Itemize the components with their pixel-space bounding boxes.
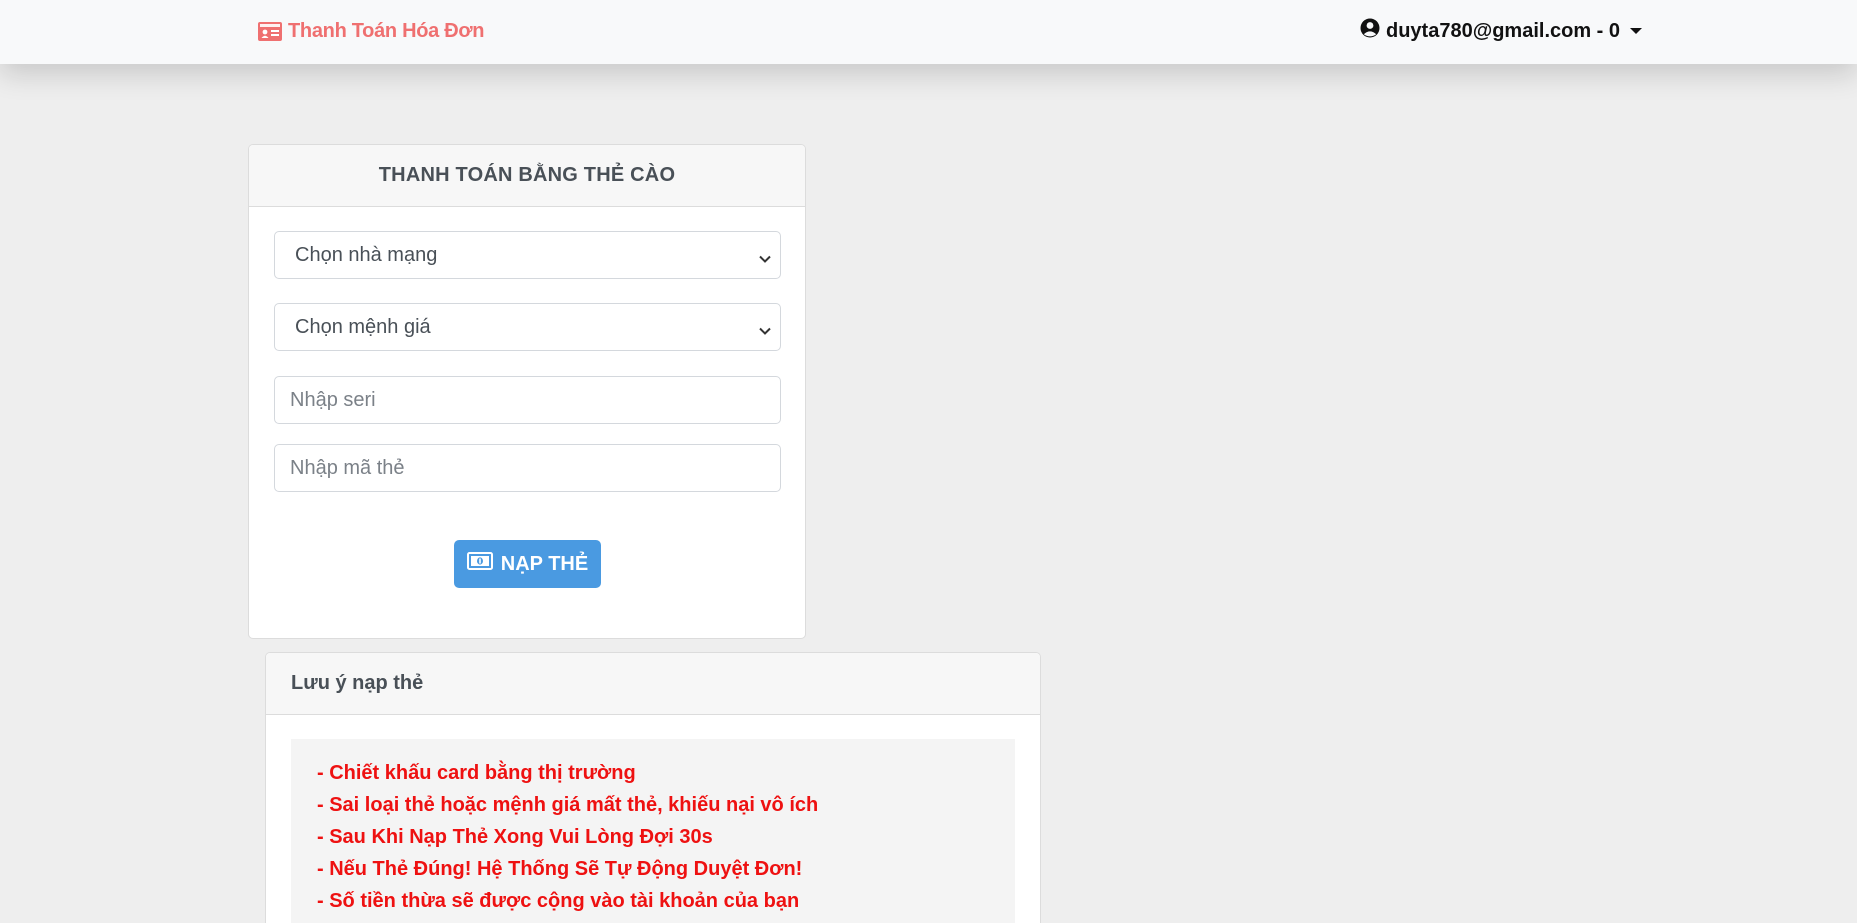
note-line: - Sai loại thẻ hoặc mệnh giá mất thẻ, kh… xyxy=(317,794,819,816)
user-dropdown-toggle[interactable]: duyta780@gmail.com - 0 xyxy=(1360,16,1643,46)
money-bill-icon xyxy=(466,552,493,576)
note-line: - Sau Khi Nạp Thẻ Xong Vui Lòng Đợi 30s xyxy=(317,826,713,848)
top-navbar: Thanh Toán Hóa Đơn duyta780@gmail.com - … xyxy=(0,0,1857,64)
payment-card-title: THANH TOÁN BẰNG THẺ CÀO xyxy=(249,145,805,207)
brand-link[interactable]: Thanh Toán Hóa Đơn xyxy=(258,16,485,46)
note-line: - Chiết khấu card bằng thị trường xyxy=(317,762,636,784)
network-select[interactable]: Chọn nhà mạng xyxy=(274,231,781,279)
brand-label: Thanh Toán Hóa Đơn xyxy=(288,19,485,42)
card-code-input-placeholder: Nhập mã thẻ xyxy=(290,456,405,479)
caret-down-icon xyxy=(1630,28,1643,34)
card-code-input[interactable]: Nhập mã thẻ xyxy=(274,444,781,492)
payment-card: THANH TOÁN BẰNG THẺ CÀO Chọn nhà mạng Ch… xyxy=(248,144,806,639)
user-circle-icon xyxy=(1360,18,1380,44)
notes-list: - Chiết khấu card bằng thị trường - Sai … xyxy=(291,739,1015,923)
submit-card-button[interactable]: NẠP THẺ xyxy=(454,540,601,588)
id-card-icon xyxy=(258,21,282,41)
submit-card-label: NẠP THẺ xyxy=(500,552,589,575)
value-select[interactable]: Chọn mệnh giá xyxy=(274,303,781,351)
user-label: duyta780@gmail.com - 0 xyxy=(1386,19,1621,42)
serial-input-placeholder: Nhập seri xyxy=(290,388,376,411)
value-select-value: Chọn mệnh giá xyxy=(295,315,431,338)
network-select-value: Chọn nhà mạng xyxy=(295,243,438,266)
serial-input[interactable]: Nhập seri xyxy=(274,376,781,424)
note-line: - Nếu Thẻ Đúng! Hệ Thống Sẽ Tự Động Duyệ… xyxy=(317,858,803,880)
chevron-down-icon xyxy=(758,249,772,272)
chevron-down-icon xyxy=(758,321,772,344)
note-line: - Số tiền thừa sẽ được cộng vào tài khoả… xyxy=(317,890,800,912)
notes-card: Lưu ý nạp thẻ - Chiết khấu card bằng thị… xyxy=(265,652,1041,923)
notes-card-title: Lưu ý nạp thẻ xyxy=(266,653,1040,715)
